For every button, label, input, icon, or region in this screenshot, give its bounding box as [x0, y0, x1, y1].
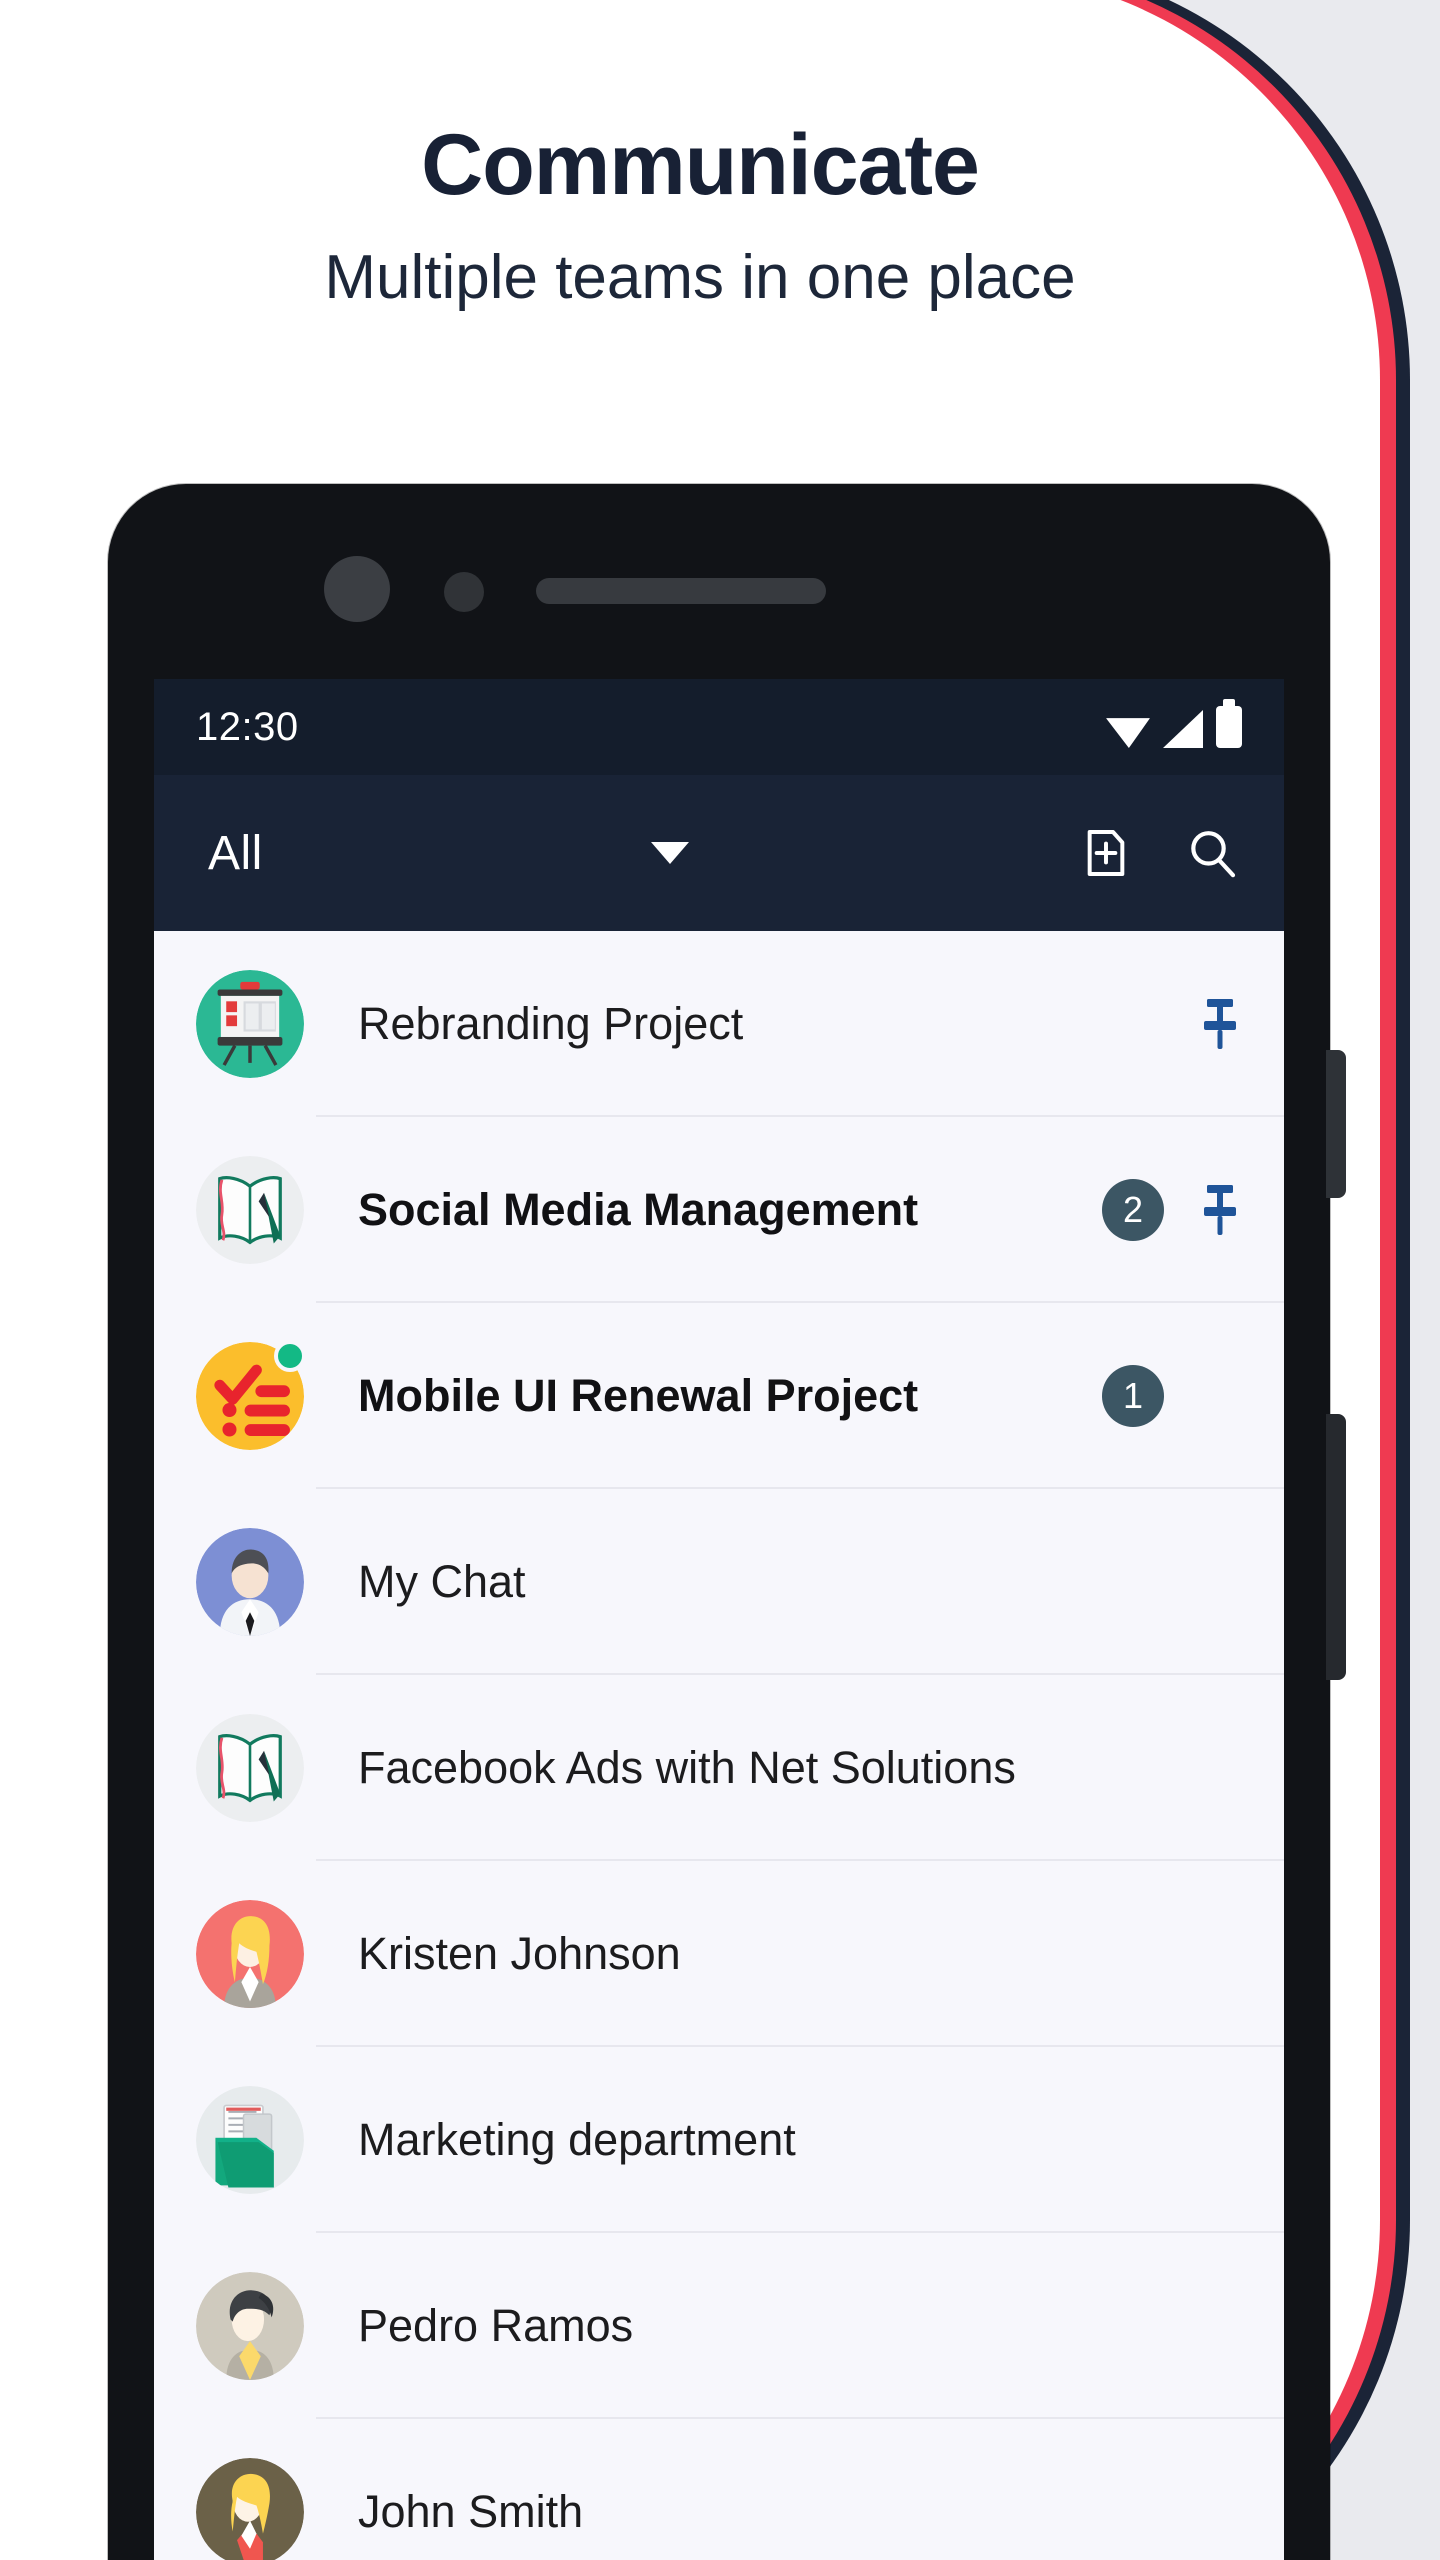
filter-dropdown-label[interactable]: All	[208, 826, 263, 881]
presentation-board-icon	[196, 970, 304, 1078]
status-icon-group	[1106, 699, 1242, 748]
chat-list-item-meta	[1198, 996, 1284, 1052]
phone-screen: 12:30 All Rebranding Project Social Medi…	[154, 679, 1284, 2560]
online-status-dot	[274, 1340, 306, 1372]
checklist-icon	[196, 1340, 306, 1450]
status-clock: 12:30	[196, 704, 299, 749]
promo-headings: Communicate Multiple teams in one place	[0, 120, 1400, 312]
unread-badge: 1	[1102, 1365, 1164, 1427]
new-chat-icon[interactable]	[1078, 825, 1134, 881]
pin-icon[interactable]	[1198, 1182, 1242, 1238]
promo-subtitle: Multiple teams in one place	[324, 243, 1076, 313]
signal-icon	[1163, 710, 1203, 748]
avatar-woman-blonde-icon	[196, 1900, 304, 2008]
unread-badge: 2	[1102, 1179, 1164, 1241]
chat-list-item-name: Rebranding Project	[358, 998, 744, 1049]
chat-list-item[interactable]: My Chat	[154, 1489, 1284, 1675]
volume-button[interactable]	[1326, 1414, 1346, 1680]
chat-list-item[interactable]: Kristen Johnson	[154, 1861, 1284, 2047]
search-icon[interactable]	[1184, 825, 1240, 881]
book-pencil-icon	[196, 1714, 304, 1822]
avatar-man-dark-hair-icon	[196, 2272, 304, 2380]
chat-list-item[interactable]: Mobile UI Renewal Project 1	[154, 1303, 1284, 1489]
app-bar: All	[154, 775, 1284, 931]
chat-list-item-meta: 1	[1102, 1365, 1284, 1427]
battery-icon	[1216, 699, 1242, 748]
chat-list-item-name: Kristen Johnson	[358, 1928, 681, 1979]
chat-list-item[interactable]: Social Media Management 2	[154, 1117, 1284, 1303]
chat-list-item-name: My Chat	[358, 1556, 526, 1607]
proximity-sensor-icon	[444, 572, 484, 612]
chevron-down-icon[interactable]	[651, 842, 690, 864]
chat-list-item[interactable]: Marketing department	[154, 2047, 1284, 2233]
folder-documents-icon	[196, 2086, 304, 2194]
front-camera-icon	[324, 556, 390, 622]
avatar-person-red-shirt-icon	[196, 2458, 304, 2560]
chat-list-item-name: Pedro Ramos	[358, 2300, 634, 2351]
chat-list-item[interactable]: Rebranding Project	[154, 931, 1284, 1117]
book-pencil-icon	[196, 1156, 304, 1264]
chat-list-item[interactable]: Facebook Ads with Net Solutions	[154, 1675, 1284, 1861]
phone-mockup: 12:30 All Rebranding Project Social Medi…	[108, 484, 1346, 2560]
chat-list-item[interactable]: John Smith	[154, 2419, 1284, 2560]
app-bar-actions	[1078, 825, 1240, 881]
status-bar: 12:30	[154, 679, 1284, 775]
power-button[interactable]	[1326, 1050, 1346, 1198]
chat-list: Rebranding Project Social Media Manageme…	[154, 931, 1284, 2560]
chat-list-item-name: John Smith	[358, 2486, 584, 2537]
chat-list-item-name: Marketing department	[358, 2114, 796, 2165]
chat-list-item-meta: 2	[1102, 1179, 1284, 1241]
avatar-man-suit-icon	[196, 1528, 304, 1636]
chat-list-item[interactable]: Pedro Ramos	[154, 2233, 1284, 2419]
promo-title: Communicate	[421, 117, 980, 213]
wifi-icon	[1106, 718, 1150, 748]
earpiece-speaker-icon	[536, 578, 826, 604]
chat-list-item-name: Social Media Management	[358, 1184, 919, 1235]
chat-list-item-name: Mobile UI Renewal Project	[358, 1370, 919, 1421]
chat-list-item-name: Facebook Ads with Net Solutions	[358, 1742, 1016, 1793]
pin-icon[interactable]	[1198, 996, 1242, 1052]
